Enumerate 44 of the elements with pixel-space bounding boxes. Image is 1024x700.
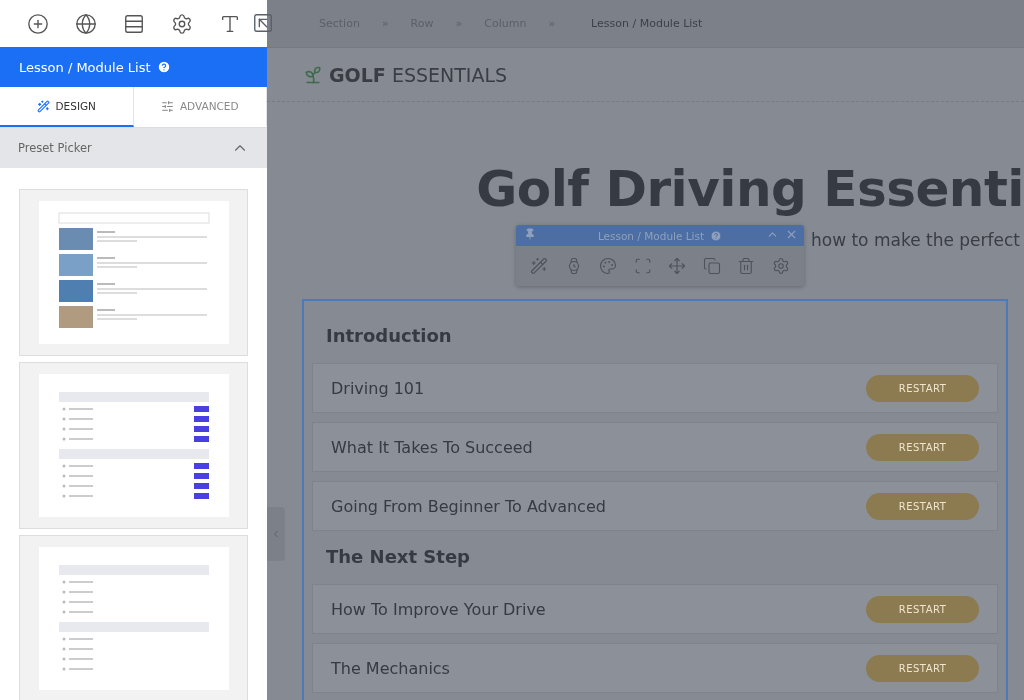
- pin-icon[interactable]: [524, 228, 536, 240]
- sprout-icon: [303, 64, 323, 85]
- logo-text: GOLF ESSENTIALS: [329, 63, 508, 86]
- trash-icon[interactable]: [737, 257, 756, 275]
- globe-icon[interactable]: [75, 12, 97, 35]
- frame-corners-icon[interactable]: [633, 257, 652, 275]
- section-title: Preset Picker: [18, 141, 92, 155]
- breadcrumb-current: Lesson / Module List: [591, 17, 703, 30]
- duplicate-icon[interactable]: [702, 257, 721, 275]
- lesson-title: Going From Beginner To Advanced: [331, 496, 606, 516]
- close-icon[interactable]: [785, 228, 798, 241]
- restart-button[interactable]: RESTART: [866, 595, 979, 623]
- preset-card[interactable]: [19, 362, 248, 529]
- restart-button[interactable]: RESTART: [866, 654, 979, 682]
- add-icon[interactable]: [27, 12, 49, 35]
- restart-button[interactable]: RESTART: [866, 492, 979, 520]
- page-title: Golf Driving Essenti: [476, 160, 1024, 218]
- move-icon[interactable]: [668, 257, 687, 275]
- toolbar-title: Lesson / Module List: [597, 229, 705, 242]
- collapse-handle[interactable]: [267, 507, 285, 561]
- preset-card[interactable]: [19, 189, 248, 356]
- section-header[interactable]: Preset Picker: [0, 128, 267, 168]
- lesson-title: What It Takes To Succeed: [331, 437, 533, 457]
- panel-tab[interactable]: ADVANCED: [133, 87, 267, 127]
- lesson-title: Driving 101: [331, 378, 425, 398]
- breadcrumb-separator: »: [455, 17, 463, 30]
- breadcrumb-separator: »: [548, 17, 556, 30]
- restart-button[interactable]: RESTART: [866, 374, 979, 402]
- module-title: The Next Step: [326, 546, 470, 567]
- module-title: Introduction: [326, 325, 452, 346]
- lesson-title: The Mechanics: [331, 658, 450, 678]
- palette-icon[interactable]: [599, 257, 618, 275]
- help-icon[interactable]: [156, 60, 171, 74]
- wand-icon: [36, 99, 50, 113]
- rows-icon[interactable]: [123, 12, 145, 35]
- wand-icon[interactable]: [530, 257, 549, 275]
- breadcrumb-separator: »: [381, 17, 389, 30]
- restart-button[interactable]: RESTART: [866, 433, 979, 461]
- panel-title: Lesson / Module List: [19, 59, 151, 75]
- settings-icon[interactable]: [171, 12, 193, 35]
- sliders-icon: [160, 99, 174, 113]
- lesson-title: How To Improve Your Drive: [331, 599, 546, 619]
- page-subtitle: how to make the perfect: [810, 230, 1021, 250]
- help-icon[interactable]: [710, 229, 723, 242]
